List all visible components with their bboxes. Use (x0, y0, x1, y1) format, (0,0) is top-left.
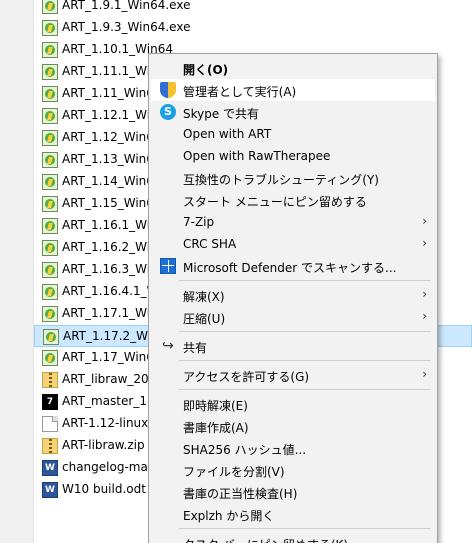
doc-file-icon: W (42, 460, 58, 476)
menu-item-label: スタート メニューにピン留めする (183, 195, 367, 209)
exe-file-icon (42, 64, 58, 80)
menu-item[interactable]: 即時解凍(E) (151, 393, 435, 415)
exe-file-icon (42, 0, 58, 14)
exe-file-icon (42, 152, 58, 168)
exe-file-icon (42, 262, 58, 278)
menu-item[interactable]: 書庫の正当性検査(H) (151, 481, 435, 503)
file-row[interactable]: ART_1.9.3_Win64.exe (34, 17, 472, 39)
menu-item-label: 管理者として実行(A) (183, 85, 297, 99)
file-name: ART_1.9.3_Win64.exe (62, 20, 191, 34)
menu-separator (179, 331, 431, 332)
chevron-right-icon: › (422, 287, 427, 301)
chevron-right-icon: › (422, 309, 427, 323)
menu-item[interactable]: 開く(O) (151, 57, 435, 79)
menu-item-label: ファイルを分割(V) (183, 465, 285, 479)
menu-item[interactable]: アクセスを許可する(G) › (151, 364, 435, 386)
file-name: W10 build.odt (62, 482, 146, 496)
file-name: ART_1.14_Win64 (62, 174, 162, 188)
menu-item[interactable]: 7-Zip › (151, 211, 435, 233)
file-name: ART-libraw.zip (62, 438, 145, 452)
file-name: ART_1.12_Win64 (62, 130, 162, 144)
file-row[interactable]: ART_1.9.1_Win64.exe (34, 0, 472, 17)
menu-item[interactable]: ↪ 共有 (151, 335, 435, 357)
doc-file-icon: W (42, 482, 58, 498)
file-name: ART_1.15_Win64 (62, 196, 162, 210)
menu-item-label: SHA256 ハッシュ値... (183, 443, 307, 457)
chevron-right-icon: › (422, 214, 427, 228)
file-name: ART_1.13_Win64 (62, 152, 162, 166)
menu-item[interactable]: 解凍(X) › (151, 284, 435, 306)
menu-item[interactable]: 圧縮(U) › (151, 306, 435, 328)
menu-item-label: 7-Zip (183, 215, 215, 229)
exe-file-icon (42, 42, 58, 58)
exe-file-icon (42, 350, 58, 366)
exe-file-icon (42, 174, 58, 190)
menu-item[interactable]: Microsoft Defender でスキャンする... (151, 255, 435, 277)
menu-item[interactable]: 管理者として実行(A) (151, 79, 435, 101)
exe-file-icon (42, 86, 58, 102)
defender-icon (160, 258, 176, 274)
menu-separator (179, 280, 431, 281)
menu-item[interactable]: タスク バーにピン留めする(K) (151, 532, 435, 543)
menu-item-label: 解凍(X) (183, 290, 225, 304)
menu-item-label: 開く(O) (183, 63, 229, 77)
file-name: ART_1.9.1_Win64.exe (62, 0, 191, 12)
menu-item-label: Open with RawTherapee (183, 149, 331, 163)
menu-item[interactable]: Explzh から開く (151, 503, 435, 525)
context-menu: 開く(O) 管理者として実行(A) S Skype で共有 Open with ART O… (148, 53, 438, 543)
menu-separator (179, 389, 431, 390)
exe-file-icon (43, 329, 59, 345)
chevron-right-icon: › (422, 367, 427, 381)
exe-file-icon (42, 20, 58, 36)
share-icon: ↪ (162, 338, 174, 354)
chevron-right-icon: › (422, 236, 427, 250)
file-name: ART_1.17_Win64 (62, 350, 162, 364)
file-name: ART_1.16.4.1_Wi (62, 284, 162, 298)
menu-item-label: Open with ART (183, 127, 272, 141)
menu-item-label: 圧縮(U) (183, 312, 226, 326)
menu-item[interactable]: スタート メニューにピン留めする (151, 189, 435, 211)
menu-item-label: Explzh から開く (183, 509, 275, 523)
menu-item-label: Skype で共有 (183, 107, 260, 121)
menu-item-label: 書庫の正当性検査(H) (183, 487, 298, 501)
menu-item-label: CRC SHA (183, 237, 237, 251)
exe-file-icon (42, 196, 58, 212)
skype-icon: S (160, 104, 176, 120)
menu-item-label: 即時解凍(E) (183, 399, 248, 413)
exe-file-icon (42, 108, 58, 124)
menu-item[interactable]: 書庫作成(A) (151, 415, 435, 437)
menu-item[interactable]: Open with ART (151, 123, 435, 145)
menu-item[interactable]: CRC SHA › (151, 233, 435, 255)
menu-item-label: 共有 (183, 341, 208, 355)
menu-item[interactable]: 互換性のトラブルシューティング(Y) (151, 167, 435, 189)
file-name: ART_1.11_Win64 (62, 86, 162, 100)
menu-separator (179, 528, 431, 529)
exe-file-icon (42, 130, 58, 146)
menu-item-label: タスク バーにピン留めする(K) (183, 536, 348, 543)
menu-item[interactable]: Open with RawTherapee (151, 145, 435, 167)
menu-item-label: アクセスを許可する(G) (183, 370, 310, 384)
menu-item-label: 互換性のトラブルシューティング(Y) (183, 173, 379, 187)
menu-item-label: Microsoft Defender でスキャンする... (183, 261, 397, 275)
file-name: changelog-mast (62, 460, 159, 474)
shield-icon (160, 82, 176, 98)
menu-separator (179, 360, 431, 361)
exe-file-icon (42, 218, 58, 234)
menu-item[interactable]: S Skype で共有 (151, 101, 435, 123)
exe-file-icon (42, 284, 58, 300)
exe-file-icon (42, 240, 58, 256)
exe-file-icon (42, 306, 58, 322)
menu-item[interactable]: SHA256 ハッシュ値... (151, 437, 435, 459)
navigation-gutter (0, 0, 34, 543)
zip-file-icon (42, 438, 58, 454)
menu-item[interactable]: ファイルを分割(V) (151, 459, 435, 481)
7z-file-icon: 7 (42, 394, 58, 410)
txt-file-icon (42, 416, 58, 432)
zip-file-icon (42, 372, 58, 388)
menu-item-label: 書庫作成(A) (183, 421, 249, 435)
